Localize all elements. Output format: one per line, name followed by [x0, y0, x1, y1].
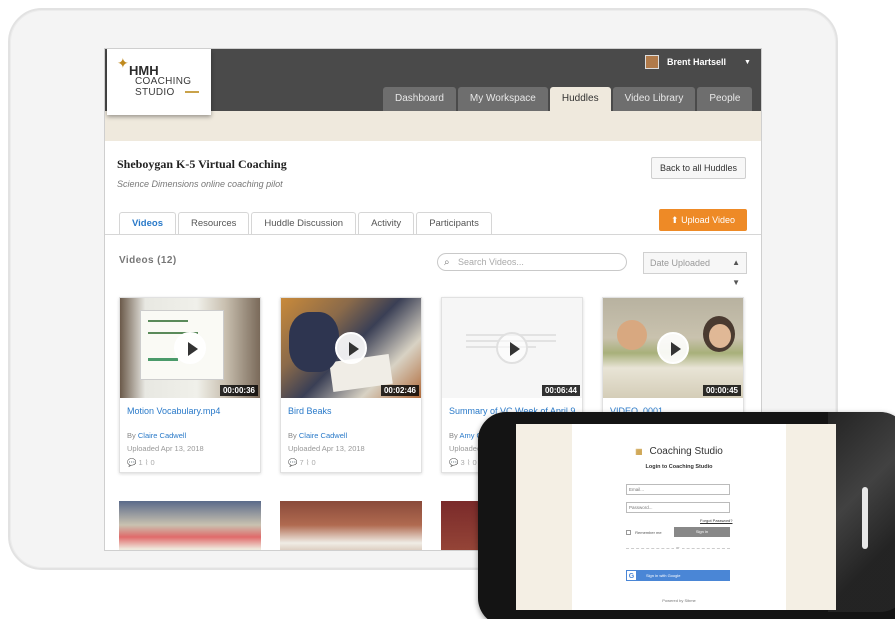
upload-video-label: Upload Video — [681, 215, 735, 225]
video-thumbnail[interactable] — [119, 501, 261, 550]
google-sign-in-button[interactable]: G Sign in with Google — [626, 570, 730, 581]
login-subtitle: Login to Coaching Studio — [645, 464, 713, 470]
video-thumbnail[interactable]: 00:02:46 — [281, 298, 421, 398]
password-field[interactable]: Password... — [626, 502, 730, 513]
video-duration: 00:02:46 — [380, 385, 419, 396]
checkbox-icon — [626, 530, 631, 536]
tab-activity[interactable]: Activity — [358, 212, 415, 234]
avatar — [645, 55, 659, 69]
nav-my-workspace[interactable]: My Workspace — [457, 87, 548, 111]
logo-studio: STUDIO — [135, 87, 175, 98]
login-panel: ▦ Coaching Studio Login to Coaching Stud… — [572, 424, 786, 610]
video-author[interactable]: Claire Cadwell — [138, 431, 186, 440]
app-logo[interactable]: ✦ HMH COACHING STUDIO — [107, 49, 211, 115]
search-videos-input[interactable]: ⌕ Search Videos... — [437, 253, 627, 271]
page-title: Sheboygan K-5 Virtual Coaching — [117, 157, 287, 171]
video-title[interactable]: Bird Beaks — [288, 406, 332, 416]
tab-participants[interactable]: Participants — [416, 212, 492, 234]
search-icon: ⌕ — [444, 257, 450, 268]
play-icon[interactable] — [496, 332, 528, 364]
back-to-huddles-button[interactable]: Back to all Huddles — [651, 157, 746, 179]
tab-resources[interactable]: Resources — [177, 212, 250, 234]
attachment-count: 0 — [150, 458, 155, 467]
paperclip-icon: ⌇ — [144, 458, 149, 467]
header-strip — [105, 111, 761, 141]
search-placeholder: Search Videos... — [458, 257, 524, 267]
video-stats: 💬 1 ⌇ 0 — [127, 458, 155, 467]
phone-frame: ▦ Coaching Studio Login to Coaching Stud… — [478, 412, 895, 619]
sort-select[interactable]: Date Uploaded ▲ ▼ — [643, 252, 747, 287]
paperclip-icon: ⌇ — [466, 458, 471, 467]
logo-mark-icon: ✦ — [117, 55, 129, 71]
or-label: or — [674, 545, 682, 550]
nav-huddles[interactable]: Huddles — [549, 87, 611, 111]
phone-screen: ▦ Coaching Studio Login to Coaching Stud… — [516, 424, 836, 610]
video-duration: 00:06:44 — [541, 385, 580, 396]
login-brand: ▦ Coaching Studio — [572, 446, 786, 457]
logo-coaching: COACHING — [135, 76, 192, 87]
videos-count: Videos (12) — [119, 255, 177, 266]
login-brand-name: Coaching Studio — [649, 446, 723, 457]
by-prefix: By — [127, 431, 136, 440]
video-thumbnail[interactable] — [280, 501, 422, 550]
email-field[interactable]: Email... — [626, 484, 730, 495]
play-icon[interactable] — [657, 332, 689, 364]
sign-in-button[interactable]: Sign in — [674, 527, 730, 537]
forgot-password-link[interactable]: Forgot Password? — [700, 518, 732, 523]
attachment-count: 0 — [472, 458, 477, 467]
video-author[interactable]: Claire Cadwell — [299, 431, 347, 440]
phone-home-button — [862, 487, 868, 549]
video-thumbnail[interactable]: 00:00:36 — [120, 298, 260, 398]
google-sign-in-label: Sign in with Google — [646, 573, 681, 578]
remember-me-label: Remember me — [635, 530, 662, 535]
nav-video-library[interactable]: Video Library — [612, 87, 696, 111]
user-name: Brent Hartsell — [667, 57, 727, 67]
comment-icon: 💬 — [449, 458, 459, 467]
by-prefix: By — [288, 431, 297, 440]
video-card[interactable]: 00:02:46 Bird Beaks By Claire Cadwell Up… — [280, 297, 422, 473]
comment-count: 7 — [299, 458, 304, 467]
play-icon[interactable] — [174, 332, 206, 364]
main-nav: Dashboard My Workspace Huddles Video Lib… — [383, 87, 754, 111]
nav-dashboard[interactable]: Dashboard — [383, 87, 456, 111]
paperclip-icon: ⌇ — [305, 458, 310, 467]
video-stats: 💬 3 ⌇ 0 — [449, 458, 477, 467]
video-upload-date: Uploaded Apr 13, 2018 — [288, 444, 365, 453]
video-duration: 00:00:36 — [219, 385, 258, 396]
video-duration: 00:00:45 — [702, 385, 741, 396]
page-subtitle: Science Dimensions online coaching pilot — [117, 179, 283, 189]
by-prefix: By — [449, 431, 458, 440]
nav-people[interactable]: People — [697, 87, 753, 111]
user-menu[interactable]: Brent Hartsell ▼ — [645, 53, 751, 71]
chevron-down-icon: ▼ — [744, 58, 751, 66]
comment-icon: 💬 — [288, 458, 298, 467]
attachment-count: 0 — [311, 458, 316, 467]
video-upload-date: Uploaded Apr 13, 2018 — [127, 444, 204, 453]
upload-icon: ⬆ — [671, 215, 679, 225]
play-icon[interactable] — [335, 332, 367, 364]
logo-swoosh-icon — [185, 91, 199, 97]
tab-huddle-discussion[interactable]: Huddle Discussion — [251, 212, 357, 234]
video-thumbnail[interactable]: 00:06:44 — [442, 298, 582, 398]
sort-arrows-icon: ▲ ▼ — [732, 258, 740, 287]
video-card[interactable]: 00:00:36 Motion Vocabulary.mp4 By Claire… — [119, 297, 261, 473]
tab-videos[interactable]: Videos — [119, 212, 176, 234]
comment-count: 1 — [138, 458, 143, 467]
video-thumbnail[interactable]: 00:00:45 — [603, 298, 743, 398]
video-author-line: By Claire Cadwell — [288, 431, 347, 440]
video-title[interactable]: Motion Vocabulary.mp4 — [127, 406, 220, 416]
sort-value: Date Uploaded — [650, 258, 711, 268]
or-divider: or — [626, 545, 730, 550]
logo-mark-icon: ▦ — [635, 447, 643, 456]
section-tabs: Videos Resources Huddle Discussion Activ… — [119, 212, 494, 234]
comment-count: 3 — [460, 458, 465, 467]
upload-video-button[interactable]: ⬆ Upload Video — [659, 209, 747, 231]
video-author-line: By Claire Cadwell — [127, 431, 186, 440]
google-icon: G — [626, 570, 637, 581]
video-stats: 💬 7 ⌇ 0 — [288, 458, 316, 467]
tabs-divider — [105, 234, 761, 235]
comment-icon: 💬 — [127, 458, 137, 467]
powered-by: Powered by Sibme — [662, 598, 696, 603]
remember-me-checkbox[interactable]: Remember me — [626, 530, 662, 536]
